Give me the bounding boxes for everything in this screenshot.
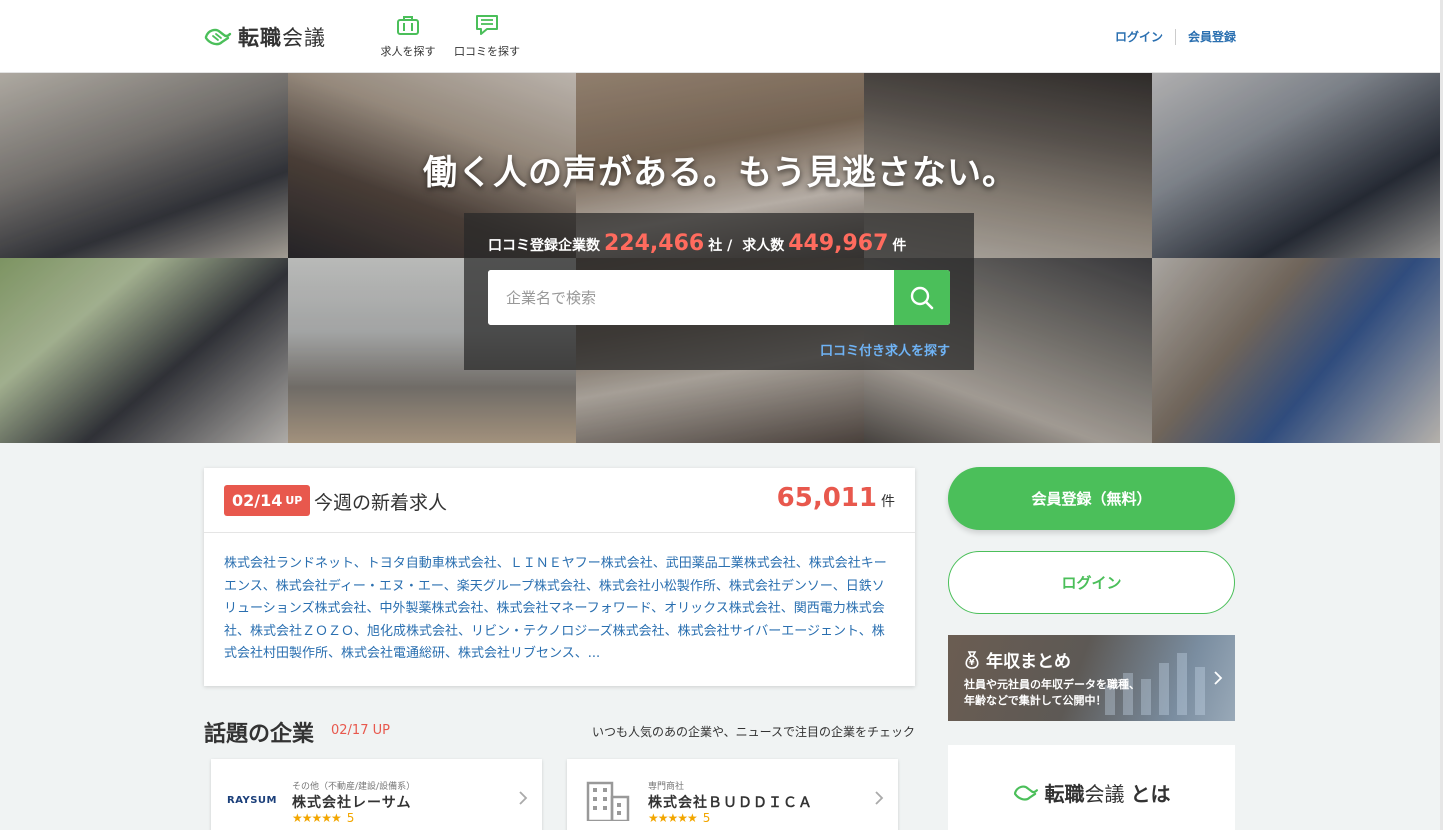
new-jobs-count: 65,011 件 bbox=[777, 483, 895, 513]
new-jobs-header: 02/14 UP 今週の新着求人 65,011 件 bbox=[204, 468, 915, 533]
new-jobs-company-list[interactable]: 株式会社ランドネット、トヨタ自動車株式会社、ＬＩＮＥヤフー株式会社、武田薬品工業… bbox=[204, 533, 915, 686]
salary-banner-text: 社員や元社員の年収データを職種、 年齢などで集計して公開中！ bbox=[964, 677, 1140, 709]
hero-headline: 働く人の声がある。もう見逃さない。 bbox=[423, 153, 1017, 193]
about-title: 転職会議 とは bbox=[948, 778, 1235, 807]
jobs-count: 449,967 bbox=[788, 231, 889, 256]
search-icon bbox=[910, 286, 934, 309]
company-card[interactable]: RAYSUM その他（不動産/建設/設備系） 株式会社レーサム ★★★★★ 5 bbox=[211, 759, 542, 830]
rating-stars: ★★★★★ bbox=[292, 811, 342, 825]
nav-find-reviews[interactable]: 口コミを探す bbox=[447, 14, 527, 59]
logo-text: 転職会議 bbox=[238, 26, 326, 50]
chevron-right-icon bbox=[519, 791, 528, 805]
about-brand: 転職会議 bbox=[1044, 782, 1125, 806]
trending-note: いつも人気のあの企業や、ニュースで注目の企業をチェック bbox=[591, 725, 915, 739]
building-icon bbox=[586, 781, 630, 821]
nav-find-jobs-label: 求人を探す bbox=[380, 45, 436, 58]
company-search-input[interactable] bbox=[488, 270, 894, 325]
chevron-right-icon bbox=[875, 791, 884, 805]
company-logo: RAYSUM bbox=[227, 785, 277, 815]
new-jobs-date-badge: 02/14 UP bbox=[224, 485, 311, 516]
company-category: その他（不動産/建設/設備系） bbox=[292, 782, 416, 792]
company-rating: ★★★★★ 5 bbox=[648, 811, 710, 825]
salary-banner-title-row: ¥ 年収まとめ bbox=[962, 647, 1071, 672]
company-category: 専門商社 bbox=[648, 782, 685, 792]
search-button[interactable] bbox=[894, 270, 950, 325]
rating-value: 5 bbox=[346, 811, 355, 825]
register-button[interactable]: 会員登録（無料） bbox=[948, 467, 1235, 530]
salary-banner-line: 社員や元社員の年収データを職種、 bbox=[964, 678, 1140, 691]
svg-text:¥: ¥ bbox=[969, 658, 975, 667]
companies-count: 224,466 bbox=[604, 231, 705, 256]
site-stats: 口コミ登録企業数 224,466 社 / 求人数 449,967 件 bbox=[488, 231, 906, 256]
money-bag-icon: ¥ bbox=[965, 650, 979, 669]
new-jobs-count-unit: 件 bbox=[881, 494, 895, 510]
auth-divider bbox=[1174, 28, 1176, 45]
company-logo-text: RAYSUM bbox=[227, 794, 277, 806]
handshake-logo-icon bbox=[1013, 785, 1038, 801]
salary-summary-banner[interactable]: ¥ 年収まとめ 社員や元社員の年収データを職種、 年齢などで集計して公開中！ bbox=[948, 635, 1235, 721]
new-jobs-card: 02/14 UP 今週の新着求人 65,011 件 株式会社ランドネット、トヨタ自… bbox=[204, 468, 915, 686]
speech-bubble-icon bbox=[476, 15, 498, 35]
search-panel: 口コミ登録企業数 224,466 社 / 求人数 449,967 件 口コミ付き… bbox=[464, 213, 974, 370]
company-search-box bbox=[488, 270, 950, 325]
company-logo bbox=[583, 781, 633, 821]
header-login-link[interactable]: ログイン bbox=[1115, 28, 1163, 45]
nav-find-reviews-label: 口コミを探す bbox=[454, 45, 520, 58]
chevron-right-icon bbox=[1214, 671, 1223, 685]
hero-section: 働く人の声がある。もう見逃さない。 口コミ登録企業数 224,466 社 / 求… bbox=[0, 73, 1440, 443]
login-button[interactable]: ログイン bbox=[948, 551, 1235, 614]
about-suffix: とは bbox=[1130, 782, 1171, 806]
company-rating: ★★★★★ 5 bbox=[292, 811, 354, 825]
briefcase-icon bbox=[397, 16, 419, 35]
new-jobs-date-suffix: UP bbox=[285, 494, 303, 507]
companies-label: 口コミ登録企業数 bbox=[488, 238, 600, 254]
salary-banner-title: 年収まとめ bbox=[986, 652, 1071, 672]
jobs-label: 求人数 bbox=[742, 238, 785, 254]
company-name: 株式会社レーサム bbox=[292, 795, 412, 811]
nav-find-jobs[interactable]: 求人を探す bbox=[368, 14, 448, 59]
rating-stars: ★★★★★ bbox=[648, 811, 698, 825]
new-jobs-count-value: 65,011 bbox=[776, 483, 877, 513]
companies-unit: 社 / bbox=[708, 238, 733, 254]
site-header: 転職会議 求人を探す 口コミを探す ログイン 会員登録 bbox=[0, 0, 1443, 73]
auth-links: ログイン 会員登録 bbox=[1115, 28, 1236, 45]
header-register-link[interactable]: 会員登録 bbox=[1188, 28, 1236, 45]
about-section: 転職会議 とは bbox=[948, 745, 1235, 830]
new-jobs-title: 今週の新着求人 bbox=[314, 492, 448, 514]
site-logo[interactable]: 転職会議 bbox=[204, 22, 326, 52]
salary-banner-line: 年齢などで集計して公開中！ bbox=[964, 694, 1107, 707]
company-card[interactable]: 専門商社 株式会社ＢＵＤＤＩＣＡ ★★★★★ 5 bbox=[567, 759, 898, 830]
jobs-unit: 件 bbox=[892, 238, 907, 254]
handshake-logo-icon bbox=[204, 28, 232, 46]
rating-value: 5 bbox=[702, 811, 711, 825]
review-jobs-link[interactable]: 口コミ付き求人を探す bbox=[820, 340, 950, 359]
new-jobs-date: 02/14 bbox=[232, 491, 283, 510]
company-name: 株式会社ＢＵＤＤＩＣＡ bbox=[648, 795, 813, 811]
trending-title: 話題の企業 bbox=[204, 722, 315, 747]
trending-date: 02/17 UP bbox=[331, 723, 390, 738]
